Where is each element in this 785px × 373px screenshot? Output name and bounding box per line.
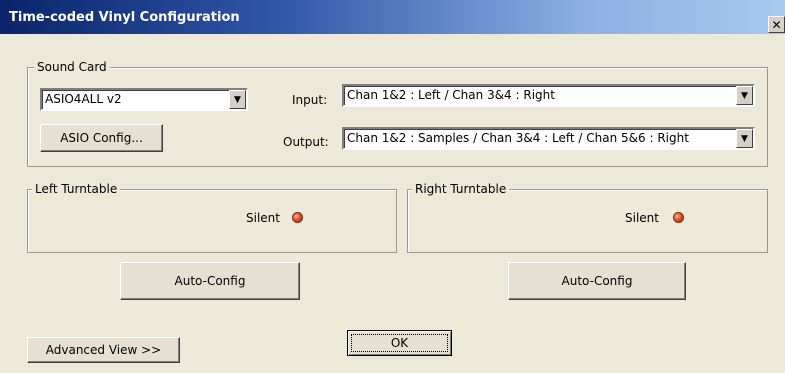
ok-button[interactable]: OK: [347, 330, 452, 356]
sound-card-select[interactable]: ASIO4ALL v2 ▼: [40, 88, 248, 111]
right-status-text: Silent: [625, 211, 659, 225]
close-button[interactable]: ✕: [768, 16, 785, 33]
left-auto-config-button[interactable]: Auto-Config: [120, 262, 300, 300]
output-select[interactable]: Chan 1&2 : Samples / Chan 3&4 : Left / C…: [342, 127, 755, 150]
asio-config-button[interactable]: ASIO Config...: [40, 124, 163, 152]
right-turntable-group: Right Turntable: [407, 182, 768, 253]
sound-card-group: Sound Card: [27, 60, 768, 167]
left-turntable-group: Left Turntable: [27, 182, 397, 253]
sound-card-value: ASIO4ALL v2: [45, 92, 122, 106]
title-bar: Time-coded Vinyl Configuration: [0, 0, 785, 34]
chevron-down-icon[interactable]: ▼: [736, 86, 753, 105]
close-icon: ✕: [771, 17, 782, 32]
sound-card-legend: Sound Card: [34, 60, 110, 74]
input-select[interactable]: Chan 1&2 : Left / Chan 3&4 : Right ▼: [342, 84, 755, 107]
status-led-icon: [673, 212, 684, 223]
input-label: Input:: [292, 93, 328, 107]
left-turntable-legend: Left Turntable: [32, 182, 121, 196]
right-turntable-legend: Right Turntable: [412, 182, 510, 196]
chevron-down-icon[interactable]: ▼: [229, 90, 246, 109]
output-label: Output:: [283, 135, 329, 149]
right-auto-config-button[interactable]: Auto-Config: [508, 262, 686, 300]
window-title: Time-coded Vinyl Configuration: [9, 10, 240, 25]
ok-label: OK: [390, 336, 409, 350]
status-led-icon: [292, 212, 303, 223]
output-value: Chan 1&2 : Samples / Chan 3&4 : Left / C…: [347, 131, 689, 145]
input-value: Chan 1&2 : Left / Chan 3&4 : Right: [347, 88, 555, 102]
chevron-down-icon[interactable]: ▼: [736, 129, 753, 148]
advanced-view-button[interactable]: Advanced View >>: [27, 337, 180, 363]
left-status-text: Silent: [246, 211, 280, 225]
